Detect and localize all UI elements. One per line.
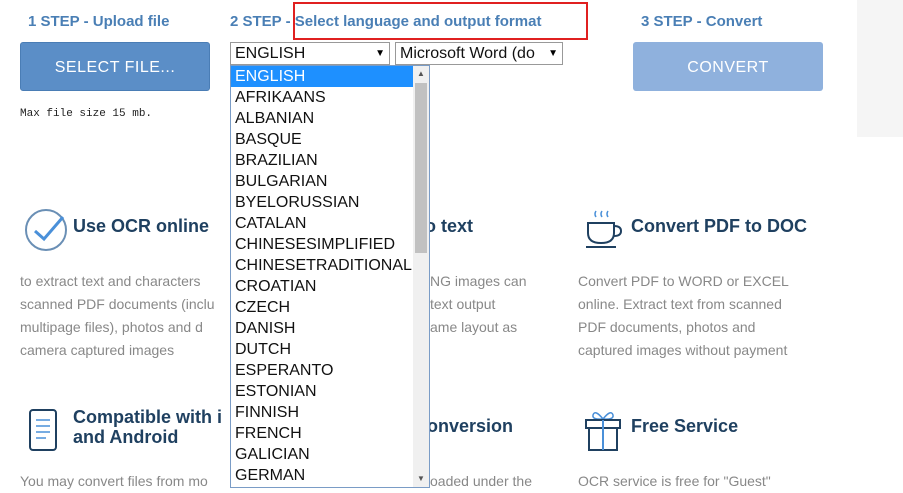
language-option[interactable]: ENGLISH — [231, 66, 413, 87]
language-option[interactable]: CZECH — [231, 297, 413, 318]
scrollbar-thumb[interactable] — [415, 83, 427, 253]
language-dropdown-list[interactable]: ENGLISH AFRIKAANS ALBANIAN BASQUE BRAZILIAN B… — [230, 65, 430, 488]
max-file-size-note: Max file size 15 mb. — [20, 108, 153, 120]
language-select[interactable]: ENGLISH ▼ — [230, 42, 390, 65]
feature-free-title: Free Service — [631, 416, 739, 436]
language-option[interactable]: ESPERANTO — [231, 360, 413, 381]
language-option[interactable]: CHINESESIMPLIFIED — [231, 234, 413, 255]
dropdown-arrow-icon: ▼ — [375, 48, 385, 59]
feature-ocr-title: Use OCR online — [73, 216, 210, 236]
tablet-icon — [28, 408, 58, 457]
dropdown-scrollbar[interactable]: ▲ ▼ — [413, 66, 429, 487]
feature-free-text: OCR service is free for "Guest" — [578, 473, 771, 489]
feature-jpg-text: NG images can text output ame layout as — [430, 273, 527, 335]
feature-pdf-title: Convert PDF to DOC — [631, 216, 808, 236]
language-options: ENGLISH AFRIKAANS ALBANIAN BASQUE BRAZILIAN B… — [231, 66, 413, 486]
dropdown-arrow-icon: ▼ — [548, 48, 558, 59]
language-option[interactable]: BASQUE — [231, 129, 413, 150]
coffee-cup-icon — [584, 209, 624, 254]
step3-label: 3 STEP - Convert — [641, 13, 763, 30]
language-option[interactable]: BRAZILIAN — [231, 150, 413, 171]
language-option[interactable]: DANISH — [231, 318, 413, 339]
language-option[interactable]: AFRIKAANS — [231, 87, 413, 108]
scroll-down-icon[interactable]: ▼ — [413, 471, 429, 487]
language-option[interactable]: ALBANIAN — [231, 108, 413, 129]
language-option[interactable]: CATALAN — [231, 213, 413, 234]
language-option[interactable]: CHINESETRADITIONAL — [231, 255, 413, 276]
language-option[interactable]: GERMAN — [231, 465, 413, 486]
language-select-value: ENGLISH — [235, 45, 306, 62]
language-option[interactable]: FRENCH — [231, 423, 413, 444]
feature-conversion-text: oaded under the — [430, 473, 532, 489]
gift-icon — [583, 407, 623, 458]
feature-ocr-text: to extract text and characters scanned PD… — [20, 273, 215, 358]
step2-prefix: 2 STEP - — [230, 13, 295, 30]
output-format-value: Microsoft Word (do — [400, 45, 535, 62]
feature-mobile-text: You may convert files from mo — [20, 473, 208, 489]
feature-conversion-title: onversion — [427, 416, 514, 436]
side-panel — [857, 0, 903, 137]
highlight-box — [293, 2, 588, 40]
language-option[interactable]: ESTONIAN — [231, 381, 413, 402]
feature-jpg-title: o text — [425, 216, 474, 236]
language-option[interactable]: BYELORUSSIAN — [231, 192, 413, 213]
scroll-up-icon[interactable]: ▲ — [413, 66, 429, 82]
language-option[interactable]: FINNISH — [231, 402, 413, 423]
feature-mobile-title: Compatible with i and Android — [73, 407, 223, 447]
step1-label: 1 STEP - Upload file — [28, 13, 170, 30]
checkmark-circle-icon — [23, 207, 69, 258]
feature-pdf-text: Convert PDF to WORD or EXCEL online. Extr… — [578, 273, 789, 358]
select-file-button[interactable]: SELECT FILE... — [20, 42, 210, 91]
output-format-select[interactable]: Microsoft Word (do ▼ — [395, 42, 563, 65]
language-option[interactable]: CROATIAN — [231, 276, 413, 297]
language-option[interactable]: DUTCH — [231, 339, 413, 360]
language-option[interactable]: GALICIAN — [231, 444, 413, 465]
language-option[interactable]: BULGARIAN — [231, 171, 413, 192]
convert-button[interactable]: CONVERT — [633, 42, 823, 91]
